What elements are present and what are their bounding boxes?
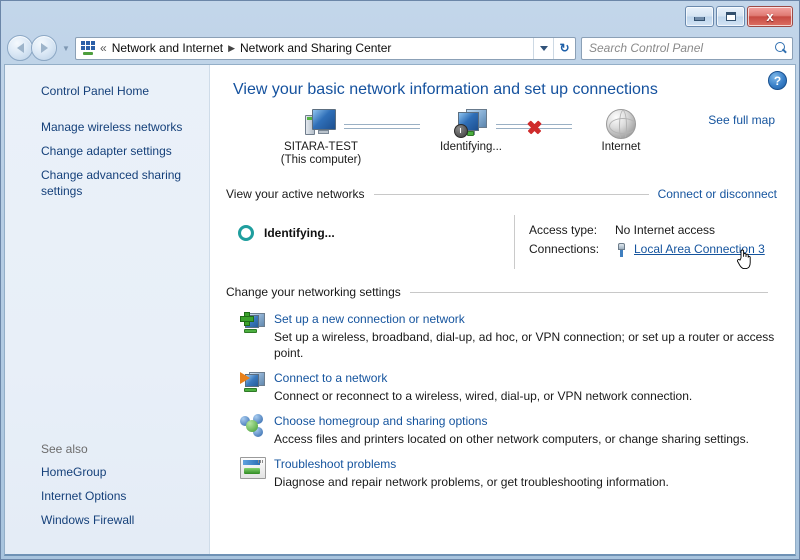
connections-row: Connections: Local Area Connection 3 — [529, 240, 777, 259]
setting-description: Connect or reconnect to a wireless, wire… — [274, 388, 777, 404]
content-area: Control Panel Home Manage wireless netwo… — [4, 64, 796, 556]
network-icon — [80, 40, 96, 56]
active-networks-header: View your active networks Connect or dis… — [224, 187, 777, 201]
identifying-ring-icon — [238, 225, 254, 241]
network-sharing-center-window: x ▼ « Netw — [0, 0, 800, 560]
history-dropdown-button[interactable]: ▼ — [59, 44, 73, 53]
setting-description: Access files and printers located on oth… — [274, 431, 777, 447]
computer-icon — [305, 109, 337, 139]
change-settings-heading: Change your networking settings — [226, 285, 401, 299]
connect-network-icon — [240, 371, 266, 395]
choose-homegroup-link[interactable]: Choose homegroup and sharing options — [274, 413, 777, 429]
sidebar-item-manage-wireless-networks[interactable]: Manage wireless networks — [5, 115, 209, 139]
sidebar-item-change-adapter-settings[interactable]: Change adapter settings — [5, 139, 209, 163]
setting-description: Diagnose and repair network problems, or… — [274, 474, 777, 490]
navigation-bar: ▼ « Network and Internet ▶ Network and S… — [1, 32, 799, 64]
sidebar-see-also-section: See also HomeGroup Internet Options Wind… — [5, 440, 209, 532]
active-networks-heading: View your active networks — [226, 187, 365, 201]
breadcrumb-separator-icon[interactable]: ▶ — [228, 43, 235, 54]
homegroup-icon — [240, 414, 266, 438]
setting-description: Set up a wireless, broadband, dial-up, a… — [274, 329, 777, 361]
sidebar-item-windows-firewall[interactable]: Windows Firewall — [5, 508, 209, 532]
minimize-button[interactable] — [685, 6, 714, 27]
maximize-icon — [726, 12, 736, 21]
network-node-internet[interactable]: Internet — [566, 105, 676, 154]
forward-arrow-icon — [41, 43, 48, 53]
sidebar: Control Panel Home Manage wireless netwo… — [5, 65, 210, 554]
connect-to-a-network-link[interactable]: Connect to a network — [274, 370, 777, 386]
troubleshoot-problems-link[interactable]: Troubleshoot problems — [274, 456, 777, 472]
help-button[interactable]: ? — [768, 71, 787, 90]
breadcrumb-item-network-and-internet[interactable]: Network and Internet — [112, 41, 223, 55]
divider — [410, 292, 768, 293]
divider — [374, 194, 649, 195]
breadcrumb-item-network-and-sharing-center[interactable]: Network and Sharing Center — [240, 41, 391, 55]
chevron-down-icon — [540, 46, 548, 51]
minimize-icon — [694, 17, 705, 21]
sidebar-item-homegroup[interactable]: HomeGroup — [5, 460, 209, 484]
network-link-computer-to-network — [344, 124, 420, 130]
troubleshoot-icon — [240, 457, 266, 479]
address-dropdown-button[interactable] — [533, 38, 553, 59]
breadcrumb: « Network and Internet ▶ Network and Sha… — [100, 41, 533, 55]
sidebar-item-control-panel-home[interactable]: Control Panel Home — [5, 79, 209, 103]
access-type-row: Access type: No Internet access — [529, 221, 777, 240]
setting-icon — [240, 311, 270, 361]
list-item: Set up a new connection or network Set u… — [224, 311, 777, 361]
change-settings-header: Change your networking settings — [224, 285, 777, 299]
settings-list: Set up a new connection or network Set u… — [224, 311, 777, 490]
access-type-value: No Internet access — [615, 221, 715, 240]
window-controls: x — [685, 6, 793, 27]
close-icon: x — [766, 10, 773, 23]
connect-or-disconnect-link[interactable]: Connect or disconnect — [658, 187, 777, 201]
set-up-new-connection-link[interactable]: Set up a new connection or network — [274, 311, 777, 327]
nav-buttons: ▼ — [7, 35, 73, 61]
address-bar[interactable]: « Network and Internet ▶ Network and Sha… — [75, 37, 576, 60]
network-node-label: Internet — [566, 140, 676, 154]
sidebar-item-change-advanced-sharing-settings[interactable]: Change advanced sharing settings — [5, 163, 209, 203]
setting-icon — [240, 456, 270, 490]
active-network-identity[interactable]: Identifying... — [224, 213, 514, 275]
sidebar-item-internet-options[interactable]: Internet Options — [5, 484, 209, 508]
search-input[interactable]: Search Control Panel — [589, 41, 775, 55]
network-node-this-computer[interactable]: SITARA-TEST (This computer) — [266, 105, 376, 167]
see-also-label: See also — [5, 440, 209, 460]
page-title: View your basic network information and … — [224, 81, 777, 99]
title-bar: x — [1, 1, 799, 32]
multiple-networks-icon — [454, 109, 488, 139]
forward-button[interactable] — [31, 35, 57, 61]
maximize-button[interactable] — [716, 6, 745, 27]
search-icon — [775, 42, 788, 55]
active-network-details: Access type: No Internet access Connecti… — [515, 213, 777, 275]
search-box[interactable]: Search Control Panel — [581, 37, 793, 60]
setting-icon — [240, 370, 270, 404]
help-icon: ? — [774, 75, 781, 87]
add-connection-icon — [240, 312, 266, 336]
refresh-button[interactable]: ↻ — [553, 38, 575, 59]
refresh-icon: ↻ — [559, 41, 569, 55]
access-type-label: Access type: — [529, 221, 615, 240]
network-map: See full map SITARA-TEST (This computer) — [224, 105, 777, 177]
active-network-row: Identifying... Access type: No Internet … — [224, 213, 777, 275]
breadcrumb-overflow[interactable]: « — [100, 41, 107, 55]
network-plug-icon — [615, 243, 628, 257]
close-button[interactable]: x — [747, 6, 793, 27]
network-link-network-to-internet — [496, 124, 572, 130]
network-node-label: SITARA-TEST — [266, 140, 376, 154]
back-button[interactable] — [7, 35, 33, 61]
list-item: Troubleshoot problems Diagnose and repai… — [224, 456, 777, 490]
globe-icon — [606, 109, 636, 139]
active-network-name: Identifying... — [264, 225, 335, 241]
list-item: Choose homegroup and sharing options Acc… — [224, 413, 777, 447]
network-node-sublabel: (This computer) — [266, 154, 376, 167]
red-x-icon — [526, 119, 542, 135]
network-node-label: Identifying... — [416, 140, 526, 154]
back-arrow-icon — [17, 43, 24, 53]
local-area-connection-link[interactable]: Local Area Connection 3 — [634, 240, 765, 259]
setting-icon — [240, 413, 270, 447]
main-pane: ? View your basic network information an… — [210, 65, 795, 554]
list-item: Connect to a network Connect or reconnec… — [224, 370, 777, 404]
connections-label: Connections: — [529, 240, 615, 259]
see-full-map-link[interactable]: See full map — [708, 113, 775, 127]
